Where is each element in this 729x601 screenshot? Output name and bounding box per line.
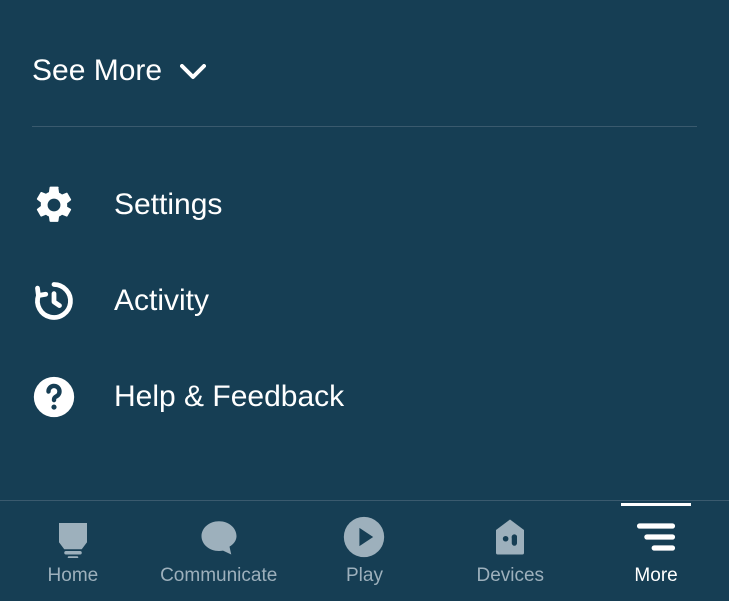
nav-item-devices[interactable]: Devices — [443, 515, 578, 587]
nav-item-more[interactable]: More — [589, 515, 724, 587]
see-more-label: See More — [32, 54, 162, 88]
nav-label: Communicate — [160, 565, 277, 587]
menu-item-help[interactable]: Help & Feedback — [32, 349, 697, 445]
chevron-down-icon — [180, 54, 206, 88]
nav-label: More — [634, 565, 677, 587]
nav-label: Home — [48, 565, 99, 587]
nav-label: Devices — [476, 565, 544, 587]
active-indicator — [621, 503, 691, 506]
nav-item-play[interactable]: Play — [297, 515, 432, 587]
menu-list: Settings Activity Help & Feedback — [32, 127, 697, 445]
bottom-nav: Home Communicate Play Devices More — [0, 500, 729, 601]
devices-icon — [488, 515, 532, 559]
nav-label: Play — [346, 565, 383, 587]
nav-item-home[interactable]: Home — [5, 515, 140, 587]
menu-item-label: Settings — [114, 188, 222, 222]
question-icon — [32, 375, 76, 419]
play-icon — [342, 515, 386, 559]
menu-item-activity[interactable]: Activity — [32, 253, 697, 349]
chat-icon — [197, 515, 241, 559]
home-icon — [51, 515, 95, 559]
menu-item-label: Help & Feedback — [114, 380, 344, 414]
more-icon — [634, 515, 678, 559]
menu-item-settings[interactable]: Settings — [32, 157, 697, 253]
history-icon — [32, 279, 76, 323]
nav-item-communicate[interactable]: Communicate — [151, 515, 286, 587]
menu-item-label: Activity — [114, 284, 209, 318]
see-more-toggle[interactable]: See More — [32, 0, 697, 126]
gear-icon — [32, 183, 76, 227]
